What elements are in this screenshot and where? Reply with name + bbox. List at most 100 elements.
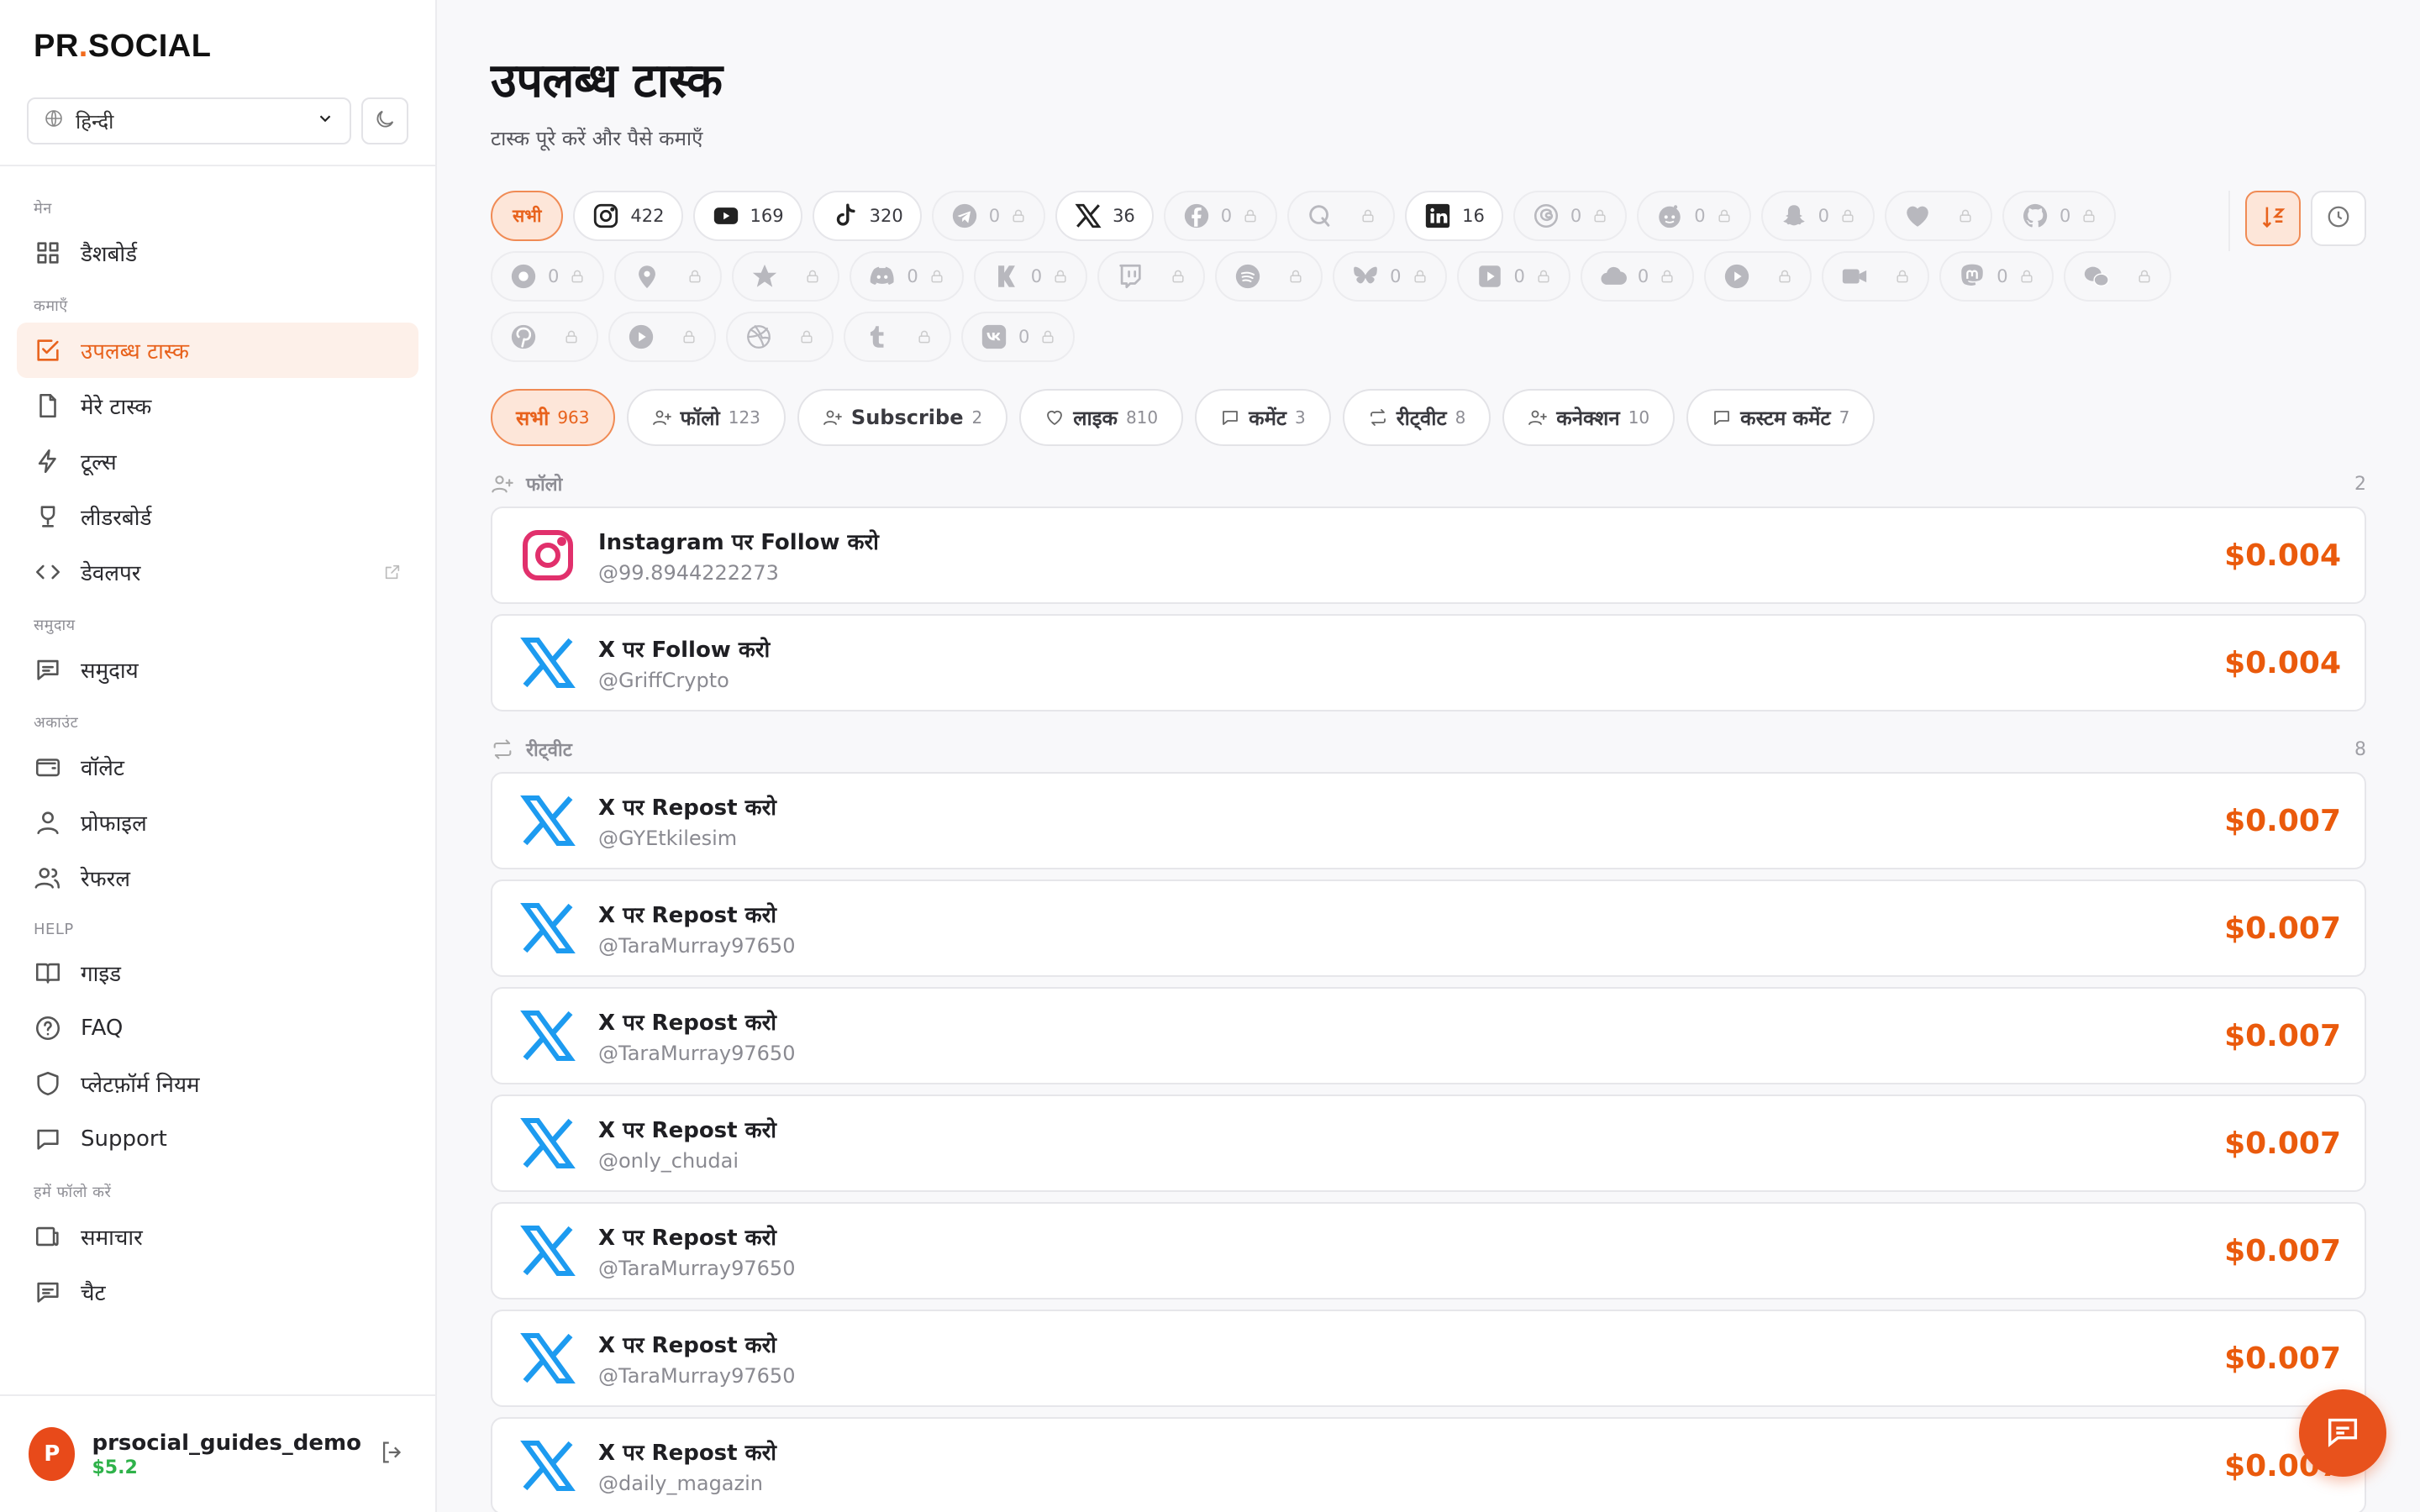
task-title: Instagram पर Follow करो — [598, 530, 879, 555]
sidebar-item[interactable]: समुदाय — [17, 642, 418, 697]
task-type-label: लाइक — [1073, 406, 1118, 430]
task-row[interactable]: X पर Repost करो @daily_magazin $0.007 — [491, 1417, 2366, 1512]
platform-chip[interactable]: 0 — [1512, 191, 1628, 241]
x-icon — [516, 1219, 580, 1283]
task-row[interactable]: X पर Repost करो @TaraMurray97650 $0.007 — [491, 987, 2366, 1084]
platform-chip[interactable] — [2063, 251, 2171, 302]
task-row[interactable]: X पर Repost करो @TaraMurray97650 $0.007 — [491, 1202, 2366, 1299]
sidebar-item-label: उपलब्ध टास्क — [81, 339, 189, 365]
sidebar-item[interactable]: उपलब्ध टास्क — [17, 323, 418, 378]
task-group-count: 8 — [2354, 738, 2366, 760]
lock-icon — [681, 328, 697, 345]
platform-chip[interactable]: 169 — [692, 191, 802, 241]
lock-icon — [687, 268, 703, 285]
platform-chip[interactable]: 0 — [1939, 251, 2054, 302]
task-row[interactable]: X पर Repost करो @GYEtkilesim $0.007 — [491, 772, 2366, 869]
avatar[interactable]: P — [29, 1427, 76, 1481]
platform-chip[interactable]: 0 — [491, 251, 605, 302]
platform-chip[interactable]: 0 — [961, 312, 1076, 362]
platform-chip[interactable] — [726, 312, 834, 362]
x-icon — [516, 789, 580, 853]
task-row[interactable]: Instagram पर Follow करो @99.8944222273 $0.… — [491, 507, 2366, 604]
sidebar-item-label: वॉलेट — [81, 756, 124, 781]
theme-toggle-button[interactable] — [361, 97, 408, 144]
platform-chip[interactable] — [1885, 191, 1993, 241]
task-type-pill[interactable]: फॉलो 123 — [626, 389, 786, 446]
sidebar-item[interactable]: टूल्स — [17, 433, 418, 489]
language-select[interactable]: हिन्दी — [27, 97, 351, 144]
sidebar-item[interactable]: वॉलेट — [17, 739, 418, 795]
platform-chip[interactable]: 0 — [1333, 251, 1447, 302]
sidebar-item[interactable]: रेफरल — [17, 850, 418, 906]
sidebar-item[interactable]: FAQ — [17, 1000, 418, 1056]
language-value: हिन्दी — [76, 109, 114, 134]
task-type-pill[interactable]: Subscribe 2 — [797, 389, 1008, 446]
platform-chip[interactable] — [732, 251, 840, 302]
platform-chip[interactable]: 0 — [1760, 191, 1876, 241]
x-icon — [516, 1434, 580, 1498]
sidebar-item[interactable]: चैट — [17, 1264, 418, 1320]
platform-chip[interactable]: 320 — [812, 191, 922, 241]
platform-chip[interactable]: 0 — [931, 191, 1046, 241]
user-footer: P prsocial_guides_demo $5.2 — [0, 1394, 435, 1512]
task-row[interactable]: X पर Repost करो @TaraMurray97650 $0.007 — [491, 1310, 2366, 1407]
task-type-pill[interactable]: कस्टम कमेंट 7 — [1686, 389, 1876, 446]
user-plus-icon — [652, 407, 672, 428]
platform-chip[interactable] — [491, 312, 598, 362]
sidebar-item[interactable]: प्रोफाइल — [17, 795, 418, 850]
task-row[interactable]: X पर Repost करो @only_chudai $0.007 — [491, 1095, 2366, 1192]
sidebar-item[interactable]: समाचार — [17, 1209, 418, 1264]
platform-chip[interactable] — [1215, 251, 1323, 302]
comment-icon — [1712, 407, 1732, 428]
tumblr-icon — [862, 323, 891, 351]
task-reward: $0.007 — [2224, 1341, 2341, 1376]
instagram-icon — [516, 523, 580, 587]
task-reward: $0.007 — [2224, 911, 2341, 946]
logout-icon[interactable] — [378, 1438, 407, 1470]
sidebar-item[interactable]: डैशबोर्ड — [17, 225, 418, 281]
sidebar-item[interactable]: Support — [17, 1111, 418, 1167]
platform-chip[interactable] — [844, 312, 951, 362]
task-type-pill[interactable]: सभी 963 — [491, 389, 615, 446]
play-circle-2-icon — [627, 323, 655, 351]
platform-chip[interactable] — [1822, 251, 1930, 302]
task-type-pill[interactable]: लाइक 810 — [1019, 389, 1184, 446]
x-icon — [516, 1111, 580, 1175]
platform-chip[interactable]: 422 — [573, 191, 683, 241]
sort-button[interactable] — [2245, 191, 2301, 246]
clock-icon — [2326, 204, 2351, 233]
platform-count: 0 — [1637, 266, 1649, 286]
task-type-pill[interactable]: कमेंट 3 — [1195, 389, 1331, 446]
task-type-pill[interactable]: कनेक्शन 10 — [1502, 389, 1676, 446]
platform-chip[interactable] — [608, 312, 716, 362]
shield-icon — [34, 1069, 62, 1098]
platform-chip[interactable] — [1097, 251, 1206, 302]
platform-chip[interactable] — [1287, 191, 1396, 241]
platform-chip[interactable] — [614, 251, 723, 302]
user-plus-icon — [491, 472, 514, 496]
task-row[interactable]: X पर Repost करो @TaraMurray97650 $0.007 — [491, 879, 2366, 977]
platform-chip[interactable] — [1704, 251, 1812, 302]
task-row[interactable]: X पर Follow करो @GriffCrypto $0.004 — [491, 614, 2366, 711]
trophy-icon — [34, 502, 62, 531]
platform-chip[interactable]: 16 — [1405, 191, 1503, 241]
platform-chip[interactable]: सभी — [491, 191, 564, 241]
platform-chip[interactable]: 0 — [2002, 191, 2117, 241]
sidebar-item[interactable]: डेवलपर — [17, 544, 418, 600]
sidebar-item[interactable]: गाइड — [17, 945, 418, 1000]
sidebar-item[interactable]: प्लेटफ़ॉर्म नियम — [17, 1056, 418, 1111]
task-type-pill[interactable]: रीट्वीट 8 — [1342, 389, 1491, 446]
platform-chip[interactable]: 0 — [1163, 191, 1278, 241]
brand-logo[interactable]: PR.SOCIAL — [0, 0, 435, 87]
platform-chip[interactable]: 0 — [850, 251, 964, 302]
platform-chip[interactable]: 0 — [1456, 251, 1570, 302]
history-button[interactable] — [2311, 191, 2366, 246]
sidebar-item[interactable]: लीडरबोर्ड — [17, 489, 418, 544]
grid-icon — [34, 239, 62, 267]
platform-chip[interactable]: 36 — [1055, 191, 1154, 241]
chat-fab-button[interactable] — [2299, 1389, 2386, 1477]
platform-chip[interactable]: 0 — [973, 251, 1088, 302]
sidebar-item[interactable]: मेरे टास्क — [17, 378, 418, 433]
platform-chip[interactable]: 0 — [1637, 191, 1751, 241]
platform-chip[interactable]: 0 — [1580, 251, 1695, 302]
